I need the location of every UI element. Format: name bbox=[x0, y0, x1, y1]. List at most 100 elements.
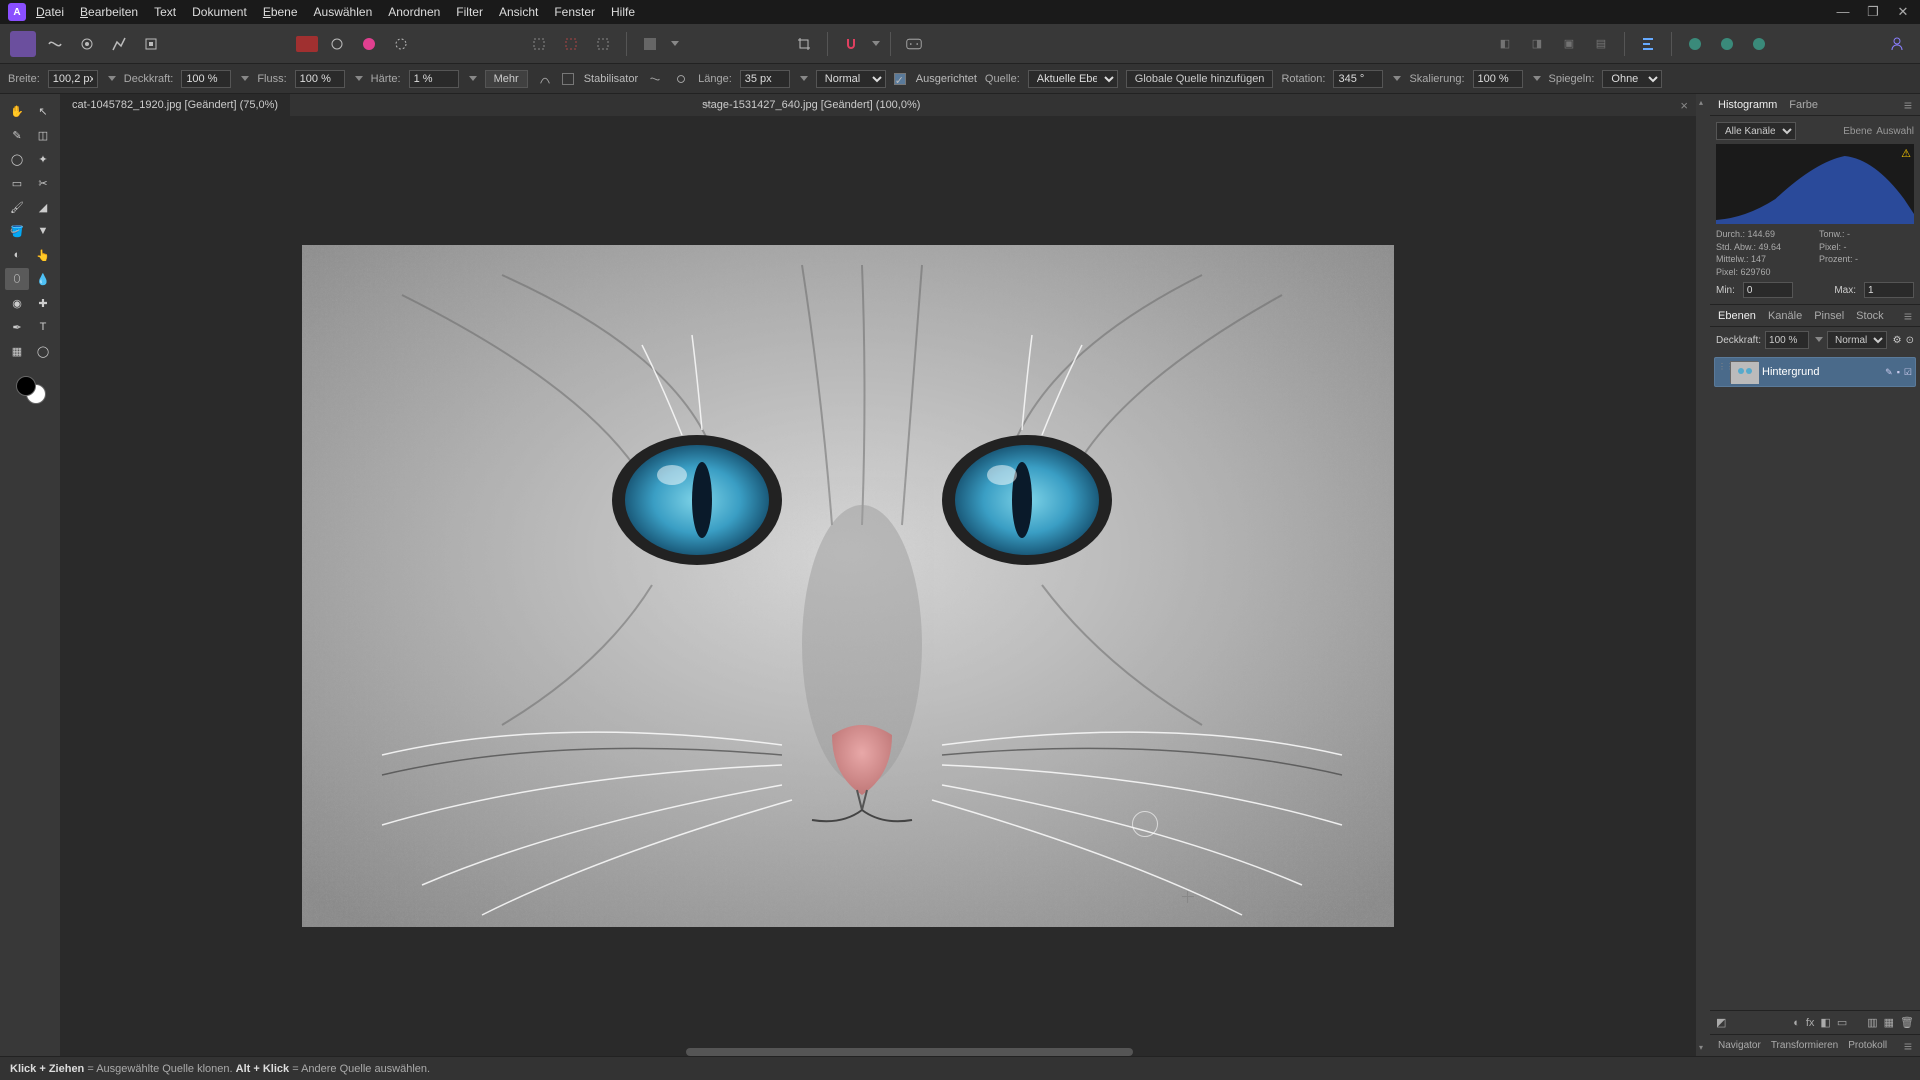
paint-brush-tool[interactable]: 🖌 bbox=[5, 196, 29, 218]
arrange-button-3[interactable]: ▣ bbox=[1556, 31, 1582, 57]
layer-adjustment-icon[interactable]: ◐ bbox=[1793, 1017, 1800, 1029]
color-picker-tool[interactable]: ✎ bbox=[5, 124, 29, 146]
layer-edit-icon[interactable]: ✎ bbox=[1885, 367, 1893, 378]
layer-thumbnail[interactable] bbox=[1730, 361, 1758, 383]
sync-button-2[interactable] bbox=[1714, 31, 1740, 57]
marquee-tool[interactable]: ▭ bbox=[5, 172, 29, 194]
close-button[interactable]: ✕ bbox=[1894, 4, 1912, 20]
account-button[interactable] bbox=[1884, 31, 1910, 57]
healing-tool[interactable]: ✚ bbox=[31, 292, 55, 314]
layer-opacity-input[interactable] bbox=[1765, 331, 1809, 349]
menu-ansicht[interactable]: Ansicht bbox=[499, 5, 538, 19]
panel-menu-icon[interactable]: ≡ bbox=[1904, 308, 1912, 324]
pressure-icon[interactable] bbox=[536, 70, 554, 88]
autowb-button[interactable] bbox=[388, 31, 414, 57]
menu-datei[interactable]: Datei bbox=[36, 5, 64, 19]
source-select[interactable]: Aktuelle Ebene bbox=[1028, 70, 1118, 88]
histogram-layer-button[interactable]: Ebene bbox=[1843, 126, 1872, 137]
clone-tool[interactable]: ⬯ bbox=[5, 268, 29, 290]
menu-text[interactable]: Text bbox=[154, 5, 176, 19]
layers-tab[interactable]: Ebenen bbox=[1718, 310, 1756, 322]
move-tool[interactable]: ↖ bbox=[31, 100, 55, 122]
histogram-tab[interactable]: Histogramm bbox=[1718, 99, 1777, 111]
canvas-image[interactable] bbox=[302, 245, 1394, 927]
scroll-up-icon[interactable]: ▴ bbox=[1699, 98, 1703, 107]
develop-persona-button[interactable] bbox=[74, 31, 100, 57]
layer-drag-handle[interactable]: ⋮⋮ bbox=[1718, 362, 1726, 382]
liquify-persona-button[interactable] bbox=[42, 31, 68, 57]
panel-menu-icon[interactable]: ≡ bbox=[1904, 97, 1912, 113]
document-tab-2[interactable]: stage-1531427_640.jpg [Geändert] (100,0%… bbox=[690, 94, 932, 116]
align-button[interactable] bbox=[1635, 31, 1661, 57]
navigator-tab[interactable]: Navigator bbox=[1718, 1040, 1761, 1051]
menu-ebene[interactable]: Ebene bbox=[263, 5, 298, 19]
rotation-dropdown-icon[interactable] bbox=[1393, 76, 1401, 82]
shape-tool[interactable]: ◯ bbox=[31, 340, 55, 362]
menu-hilfe[interactable]: Hilfe bbox=[611, 5, 635, 19]
export-persona-button[interactable] bbox=[138, 31, 164, 57]
color-swatches[interactable] bbox=[0, 374, 60, 414]
selection-subtract-button[interactable] bbox=[590, 31, 616, 57]
layer-visibility-icon[interactable]: ☑ bbox=[1904, 367, 1912, 378]
layer-mask-icon[interactable]: ◩ bbox=[1716, 1016, 1726, 1029]
arrange-button-4[interactable]: ▤ bbox=[1588, 31, 1614, 57]
color-tab[interactable]: Farbe bbox=[1789, 99, 1818, 111]
history-tab[interactable]: Protokoll bbox=[1848, 1040, 1887, 1051]
layer-item[interactable]: ⋮⋮ Hintergrund ✎ ▪ ☑ bbox=[1714, 357, 1916, 387]
layer-fx-icon[interactable]: fx bbox=[1806, 1017, 1815, 1029]
rotation-input[interactable] bbox=[1333, 70, 1383, 88]
layer-delete-icon[interactable]: 🗑 bbox=[1900, 1016, 1914, 1029]
layer-fx-icon[interactable]: ⚙ bbox=[1893, 335, 1902, 346]
channel-select[interactable]: Alle Kanäle bbox=[1716, 122, 1796, 140]
hardness-input[interactable] bbox=[409, 70, 459, 88]
more-button[interactable]: Mehr bbox=[485, 70, 528, 88]
selection-add-button[interactable] bbox=[558, 31, 584, 57]
gradient-tool[interactable]: ▼ bbox=[31, 220, 55, 242]
aligned-checkbox[interactable]: ✓ bbox=[894, 73, 906, 85]
document-tab-1[interactable]: cat-1045782_1920.jpg [Geändert] (75,0%) bbox=[60, 94, 290, 116]
brushes-tab[interactable]: Pinsel bbox=[1814, 310, 1844, 322]
menu-anordnen[interactable]: Anordnen bbox=[388, 5, 440, 19]
length-dropdown-icon[interactable] bbox=[800, 76, 808, 82]
tab-close-icon[interactable]: × bbox=[1680, 98, 1688, 113]
scale-input[interactable] bbox=[1473, 70, 1523, 88]
scrollbar-thumb[interactable] bbox=[686, 1048, 1133, 1056]
arrange-button-1[interactable]: ◧ bbox=[1492, 31, 1518, 57]
menu-bearbeiten[interactable]: Bearbeiten bbox=[80, 5, 138, 19]
fill-tool[interactable]: 🪣 bbox=[5, 220, 29, 242]
autolevels-button[interactable] bbox=[324, 31, 350, 57]
layer-group-icon[interactable]: ▭ bbox=[1837, 1016, 1847, 1029]
width-dropdown-icon[interactable] bbox=[108, 76, 116, 82]
autocontrast-button[interactable] bbox=[356, 31, 382, 57]
crop-tool-button[interactable] bbox=[791, 31, 817, 57]
histogram-selection-button[interactable]: Auswahl bbox=[1876, 126, 1914, 137]
quickmask-button[interactable] bbox=[637, 31, 663, 57]
foreground-color-swatch[interactable] bbox=[16, 376, 36, 396]
crop-tool[interactable]: ◫ bbox=[31, 124, 55, 146]
menu-dokument[interactable]: Dokument bbox=[192, 5, 247, 19]
layer-blend-select[interactable]: Normal bbox=[1827, 331, 1887, 349]
vertical-scrollbar[interactable]: ▴ ▾ bbox=[1696, 94, 1710, 1056]
sync-button-1[interactable] bbox=[1682, 31, 1708, 57]
blend-mode-select[interactable]: Normal bbox=[816, 70, 886, 88]
smudge-tool[interactable]: 👆 bbox=[31, 244, 55, 266]
menu-filter[interactable]: Filter bbox=[456, 5, 483, 19]
stabilizer-checkbox[interactable] bbox=[562, 73, 574, 85]
flow-dropdown-icon[interactable] bbox=[355, 76, 363, 82]
selection-brush-tool[interactable]: ◯ bbox=[5, 148, 29, 170]
layer-opacity-dropdown-icon[interactable] bbox=[1815, 337, 1823, 343]
scroll-down-icon[interactable]: ▾ bbox=[1699, 1043, 1703, 1052]
add-global-source-button[interactable]: Globale Quelle hinzufügen bbox=[1126, 70, 1274, 88]
max-input[interactable] bbox=[1864, 282, 1914, 298]
rope-mode-icon[interactable] bbox=[646, 70, 664, 88]
opacity-dropdown-icon[interactable] bbox=[241, 76, 249, 82]
tone-mapping-persona-button[interactable] bbox=[106, 31, 132, 57]
pen-tool[interactable]: ✒ bbox=[5, 316, 29, 338]
opacity-input[interactable] bbox=[181, 70, 231, 88]
stock-tab[interactable]: Stock bbox=[1856, 310, 1884, 322]
quickmask-dropdown-icon[interactable] bbox=[671, 41, 679, 47]
layer-lock-icon[interactable]: ▪ bbox=[1897, 367, 1900, 378]
autocolor-button[interactable] bbox=[296, 36, 318, 52]
tab-close-icon[interactable]: × bbox=[704, 98, 712, 113]
arrange-button-2[interactable]: ◨ bbox=[1524, 31, 1550, 57]
